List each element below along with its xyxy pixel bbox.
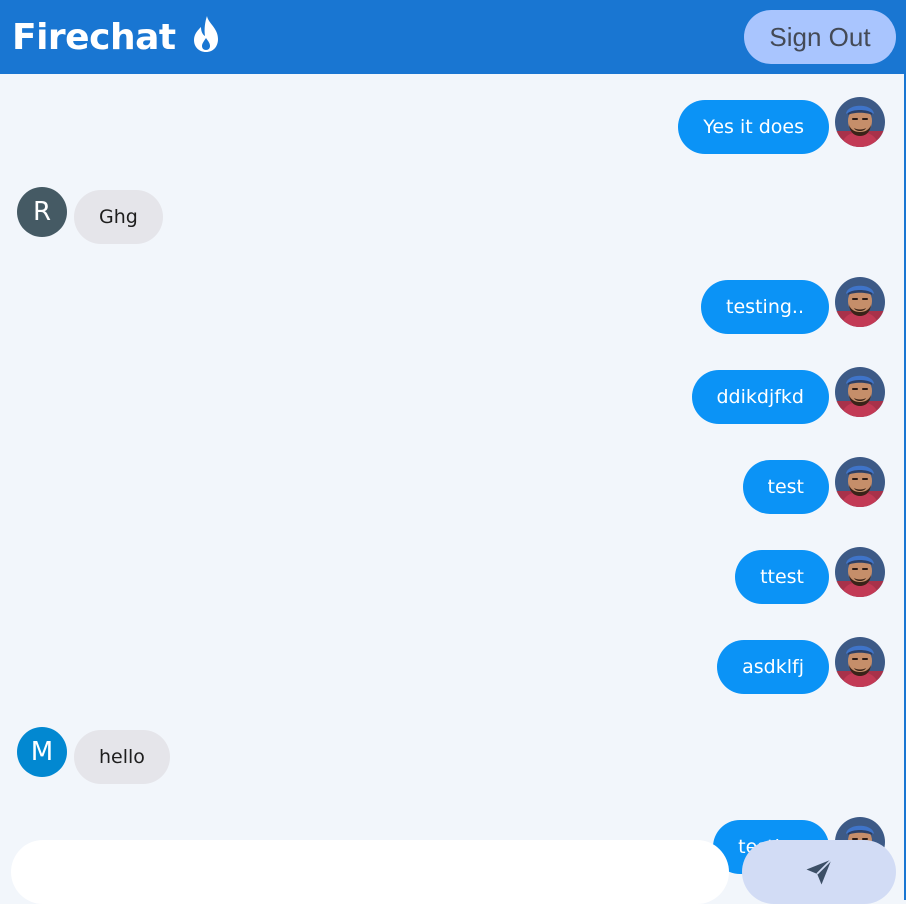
avatar-letter-m: M <box>17 727 67 777</box>
sign-out-button[interactable]: Sign Out <box>744 10 896 64</box>
message-received: M hello <box>0 727 904 784</box>
message-list[interactable]: Yes it does R Ghg testing.. ddikdjfkd te… <box>0 74 904 900</box>
user-avatar <box>835 277 885 327</box>
user-avatar <box>835 457 885 507</box>
user-avatar <box>835 547 885 597</box>
app-title: Firechat <box>12 16 176 58</box>
send-button[interactable] <box>742 840 896 904</box>
user-avatar <box>835 367 885 417</box>
message-sent: asdklfj <box>0 637 904 694</box>
message-bubble: ddikdjfkd <box>691 370 829 424</box>
message-sent: Yes it does <box>0 97 904 154</box>
message-sent: ttest <box>0 547 904 604</box>
message-composer <box>0 840 904 904</box>
app-header: Firechat Sign Out <box>0 0 904 74</box>
message-sent: testing.. <box>0 277 904 334</box>
message-sent: test <box>0 457 904 514</box>
send-icon <box>806 858 833 885</box>
avatar-letter-r: R <box>17 187 67 237</box>
message-bubble: ttest <box>735 550 829 604</box>
message-sent: ddikdjfkd <box>0 367 904 424</box>
user-avatar <box>835 637 885 687</box>
message-bubble: hello <box>74 730 170 784</box>
message-bubble: Ghg <box>74 190 163 244</box>
message-bubble: testing.. <box>701 280 829 334</box>
message-bubble: test <box>742 460 829 514</box>
brand: Firechat <box>12 0 220 74</box>
message-bubble: asdklfj <box>717 640 829 694</box>
message-received: R Ghg <box>0 187 904 244</box>
message-bubble: Yes it does <box>678 100 829 154</box>
user-avatar <box>835 97 885 147</box>
flame-icon <box>193 16 218 52</box>
message-input[interactable] <box>11 840 729 904</box>
